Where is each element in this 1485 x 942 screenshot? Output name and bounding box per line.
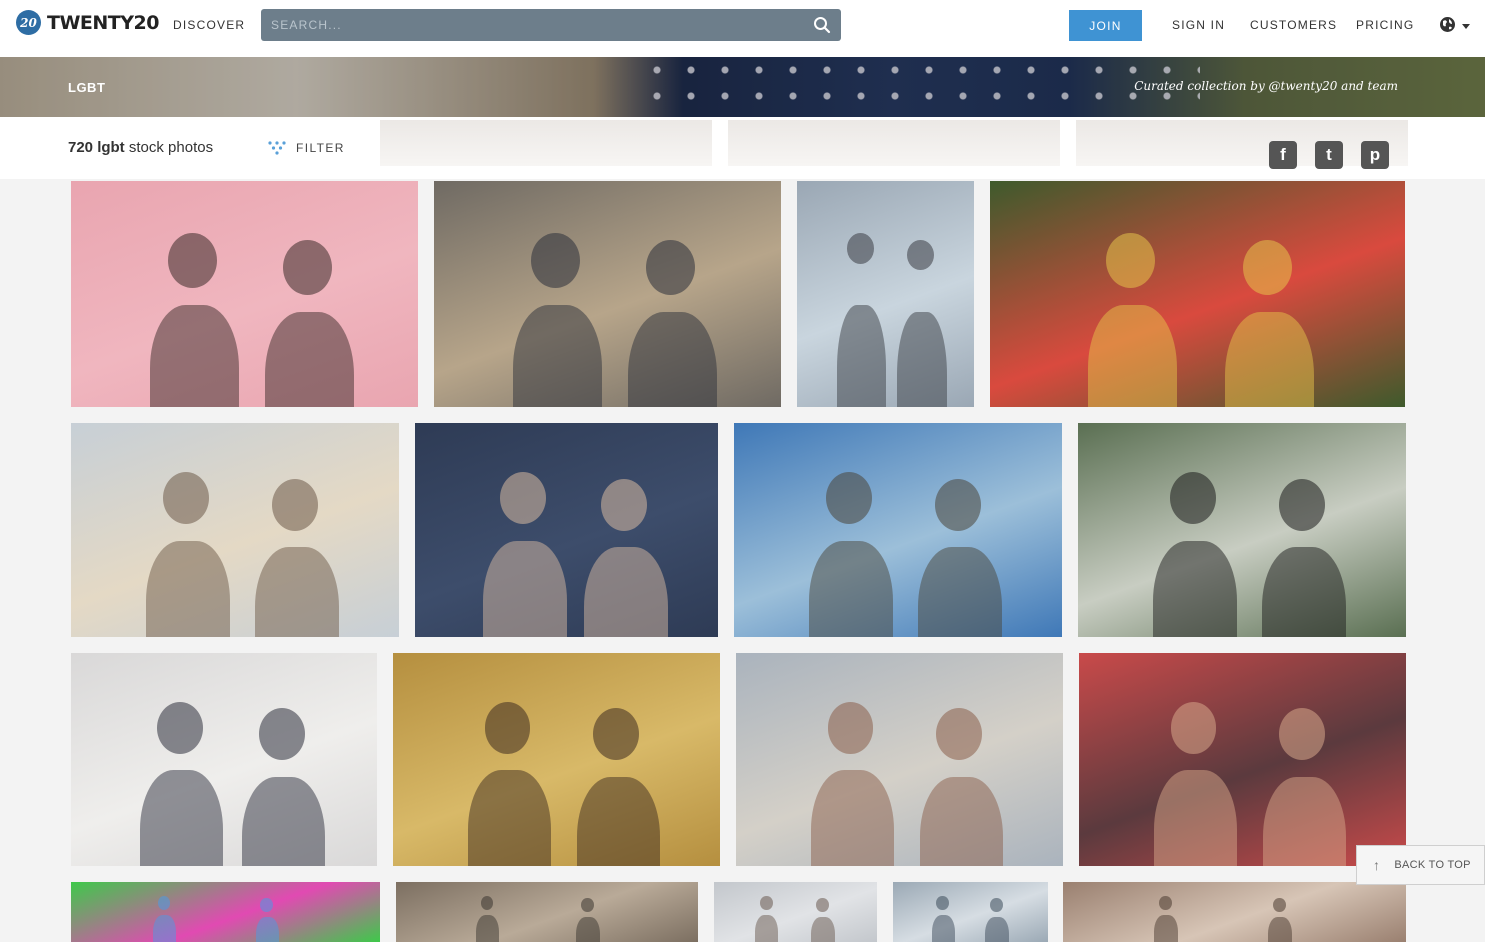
top-nav: 20 TWENTY20 DISCOVER JOIN SIGN IN CUSTOM…: [0, 0, 1485, 57]
photo-street-crowd[interactable]: [396, 882, 698, 942]
photo-grooms-tuxedo[interactable]: [1078, 423, 1406, 637]
logo-text: TWENTY20: [47, 11, 159, 34]
search-icon[interactable]: [813, 16, 831, 34]
collection-title: LGBT: [68, 80, 106, 95]
results-bar: 720 lgbt stock photos FILTER f t p: [0, 117, 1485, 179]
collection-banner: LGBT Curated collection by @twenty20 and…: [0, 57, 1485, 117]
photo-party-balloons[interactable]: [71, 653, 377, 866]
photo-kiss-blue-wall[interactable]: [415, 423, 718, 637]
nav-sign-in[interactable]: SIGN IN: [1172, 18, 1225, 32]
photo-painted-hands[interactable]: [71, 882, 380, 942]
filter-icon: [268, 141, 286, 155]
arrow-up-icon: ↑: [1373, 857, 1381, 873]
result-count: 720 lgbt stock photos: [68, 139, 214, 156]
pinterest-icon[interactable]: p: [1361, 141, 1389, 169]
photo-bold-arm[interactable]: [1079, 653, 1406, 866]
photo-couple-sunset[interactable]: [734, 423, 1062, 637]
photo-couple-coast[interactable]: [71, 423, 399, 637]
photo-couple-field[interactable]: [393, 653, 720, 866]
nav-customers[interactable]: CUSTOMERS: [1250, 18, 1337, 32]
photo-city-street[interactable]: [714, 882, 877, 942]
photo-portrait-glasses[interactable]: [797, 181, 974, 407]
photo-couple-pink-wall[interactable]: [71, 181, 418, 407]
filter-button[interactable]: FILTER: [268, 141, 345, 155]
chevron-down-icon: [1462, 24, 1470, 29]
nav-discover[interactable]: DISCOVER: [173, 18, 245, 32]
back-to-top-button[interactable]: ↑ BACK TO TOP: [1356, 845, 1485, 885]
photo-reebok-cap[interactable]: [893, 882, 1048, 942]
photo-pride-parade-woman[interactable]: [736, 653, 1063, 866]
facebook-icon[interactable]: f: [1269, 141, 1297, 169]
search-input[interactable]: [261, 9, 841, 41]
language-selector[interactable]: [1439, 16, 1470, 33]
photo-couple-cafe[interactable]: [434, 181, 781, 407]
nav-pricing[interactable]: PRICING: [1356, 18, 1414, 32]
photo-pride-crowd[interactable]: [990, 181, 1405, 407]
join-button[interactable]: JOIN: [1069, 10, 1142, 41]
collection-credit: Curated collection by @twenty20 and team: [1134, 79, 1398, 93]
globe-icon: [1440, 17, 1455, 32]
photo-crowd-closeup[interactable]: [1063, 882, 1406, 942]
logo[interactable]: 20 TWENTY20: [16, 10, 159, 35]
twitter-icon[interactable]: t: [1315, 141, 1343, 169]
search-bar[interactable]: [261, 9, 841, 41]
logo-badge: 20: [16, 10, 41, 35]
